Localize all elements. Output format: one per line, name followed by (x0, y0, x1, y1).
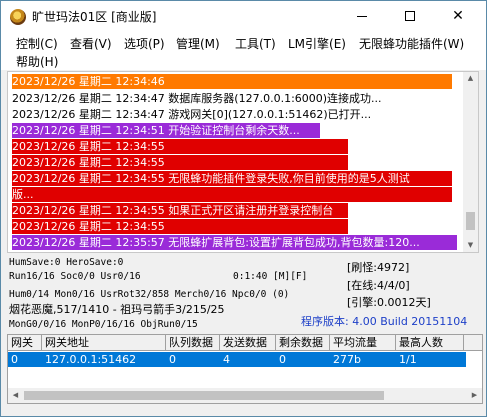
scroll-down-icon[interactable]: ▼ (466, 241, 475, 250)
column-header[interactable]: 最高人数 (396, 335, 464, 351)
table-cell: 0 (11, 353, 18, 366)
menu-help[interactable]: 帮助(H) (16, 53, 58, 70)
program-version: 程序版本: 4.00 Build 20151104 (301, 315, 468, 328)
minimize-button[interactable] (339, 1, 385, 31)
column-header[interactable]: 平均流量 (330, 335, 396, 351)
close-button[interactable]: ✕ (435, 1, 481, 31)
table-cell: 1/1 (399, 353, 417, 366)
menu-manage[interactable]: 管理(M) (176, 35, 220, 52)
log-line: 2023/12/26 星期二 12:34:55 (12, 155, 348, 170)
log-line: 2023/12/26 星期二 12:34:55 无限蜂功能插件登录失败,你目前使… (12, 171, 452, 186)
menu-lm-engine[interactable]: LM引擎(E) (288, 35, 346, 52)
menu-tools[interactable]: 工具(T) (235, 35, 276, 52)
hum-status: Hum0/14 Mon0/16 UsrRot32/858 Merch0/16 N… (9, 289, 290, 300)
table-header: 网关 网关地址 队列数据 发送数据 剩余数据 平均流量 最高人数 (8, 335, 482, 351)
column-header[interactable]: 队列数据 (166, 335, 220, 351)
title-bar[interactable]: 旷世玛法01区 [商业版] ✕ (1, 1, 486, 32)
scroll-left-icon[interactable]: ◀ (11, 391, 20, 400)
monster-status: 烟花恶魔,517/1410 - 祖玛弓箭手3/215/25 (9, 303, 225, 316)
table-cell: 0 (279, 353, 286, 366)
log-line: 2023/12/26 星期二 12:34:55 (12, 219, 348, 234)
column-header[interactable]: 网关 (8, 335, 42, 351)
log-line: 版... (12, 187, 452, 202)
column-header[interactable]: 发送数据 (220, 335, 276, 351)
log-line: 2023/12/26 星期二 12:34:55 如果正式开区请注册并登录控制台 (12, 203, 348, 218)
game-logo-icon (10, 8, 26, 25)
column-header[interactable]: 剩余数据 (276, 335, 330, 351)
menu-control[interactable]: 控制(C) (16, 35, 58, 52)
scroll-right-icon[interactable]: ▶ (470, 391, 479, 400)
menu-options[interactable]: 选项(P) (124, 35, 165, 52)
humsave-status: HumSave:0 HeroSave:0 (9, 257, 124, 268)
column-header[interactable]: 网关地址 (42, 335, 166, 351)
menu-view[interactable]: 查看(V) (70, 35, 112, 52)
run-timer: 0:1:40 [M][F] (233, 271, 308, 282)
engine-days: [引擎:0.0012天] (347, 296, 431, 309)
log-line: 2023/12/26 星期二 12:34:51 开始验证控制台剩余天数... (12, 123, 320, 138)
refresh-count: [刷怪:4972] (347, 261, 410, 274)
online-count: [在线:4/4/0] (347, 279, 410, 292)
table-horizontal-scrollbar[interactable]: ◀ ▶ (8, 388, 482, 403)
log-line: 2023/12/26 星期二 12:35:57 无限蜂扩展背包:设置扩展背包成功… (12, 235, 457, 250)
table-cell: 277b (333, 353, 361, 366)
log-panel[interactable]: 2023/12/26 星期二 12:34:46 2023/12/26 星期二 1… (7, 71, 479, 253)
run-status: Run16/16 Soc0/0 Usr0/16 (9, 271, 141, 282)
table-row[interactable]: 0 127.0.0.1:51462 0 4 0 277b 1/1 (8, 352, 466, 367)
maximize-button[interactable] (387, 1, 433, 31)
gateway-table[interactable]: 网关 网关地址 队列数据 发送数据 剩余数据 平均流量 最高人数 0 127.0… (7, 334, 483, 404)
log-line: 2023/12/26 星期二 12:34:47 游戏网关[0](127.0.0.… (12, 108, 372, 121)
window-title: 旷世玛法01区 [商业版] (32, 10, 157, 24)
maximize-icon (405, 11, 415, 21)
log-line: 2023/12/26 星期二 12:34:47 数据库服务器(127.0.0.1… (12, 92, 382, 105)
log-scrollbar[interactable]: ▲ ▼ (463, 72, 478, 252)
log-line: 2023/12/26 星期二 12:34:46 (12, 74, 452, 89)
status-panel: HumSave:0 HeroSave:0 Run16/16 Soc0/0 Usr… (7, 255, 479, 333)
scroll-thumb[interactable] (466, 212, 475, 230)
minimize-icon (357, 15, 367, 17)
menu-bar: 控制(C) 查看(V) 选项(P) 管理(M) 工具(T) LM引擎(E) 无限… (1, 32, 486, 70)
menu-plugin[interactable]: 无限蜂功能插件(W) (359, 35, 464, 52)
log-line: 2023/12/26 星期二 12:34:55 (12, 139, 348, 154)
scroll-thumb[interactable] (24, 391, 384, 400)
mon-status: MonG0/0/16 MonP0/16/16 ObjRun0/15 (9, 319, 198, 330)
table-cell: 4 (223, 353, 230, 366)
scroll-up-icon[interactable]: ▲ (466, 74, 475, 83)
table-cell: 127.0.0.1:51462 (45, 353, 137, 366)
table-cell: 0 (169, 353, 176, 366)
main-window: 旷世玛法01区 [商业版] ✕ 控制(C) 查看(V) 选项(P) 管理(M) … (0, 0, 487, 417)
